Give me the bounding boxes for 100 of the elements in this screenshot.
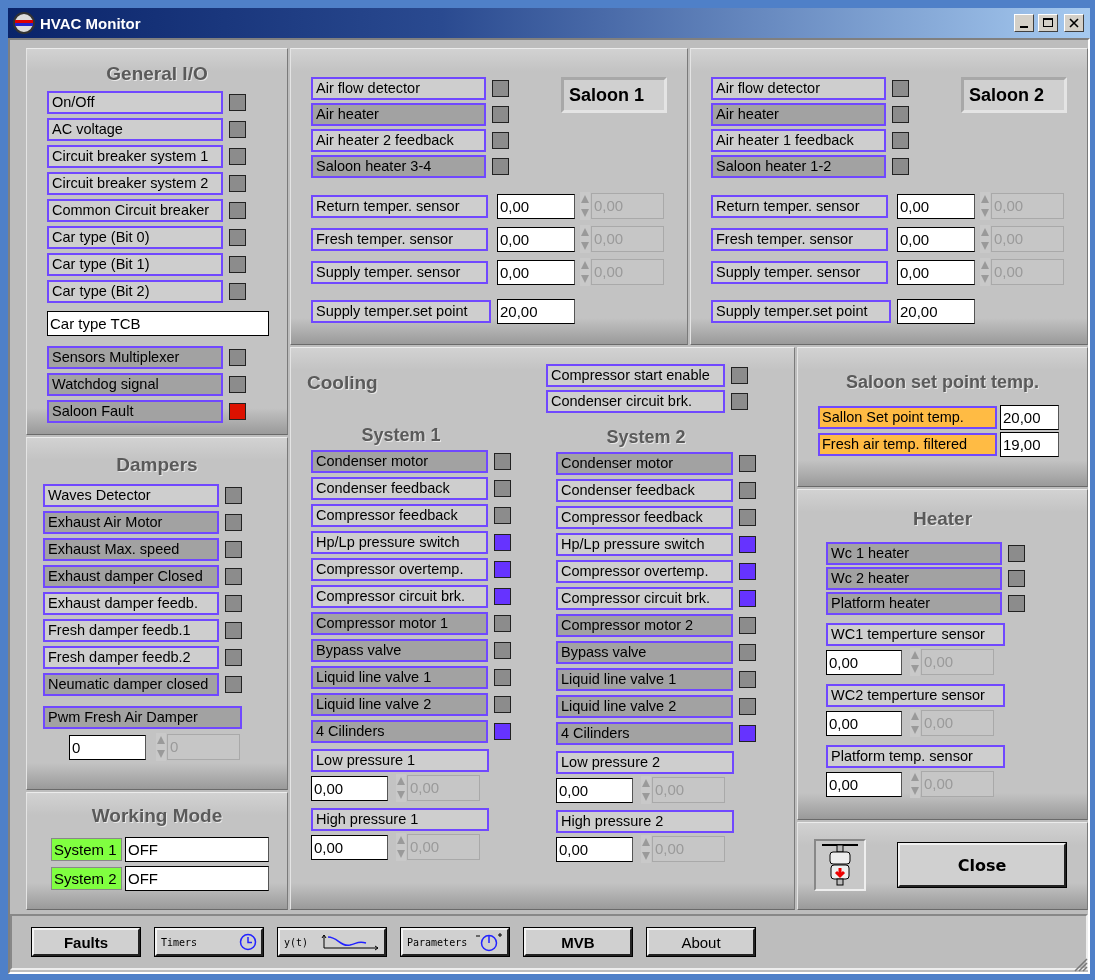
pwm-label: Pwm Fresh Air Damper: [43, 706, 242, 729]
indicator-label: 4 Cilinders: [311, 720, 488, 743]
indicator-label: Circuit breaker system 1: [47, 145, 223, 168]
sensor-label: Platform temp. sensor: [826, 745, 1005, 768]
indicator-label: Fresh damper feedb.2: [43, 646, 219, 669]
panel-title: General I/O: [106, 63, 208, 85]
value-field[interactable]: 0,00: [311, 775, 388, 801]
saloon-title: Saloon 2: [961, 77, 1067, 113]
panel-title: Dampers: [116, 454, 198, 476]
panel-title: Saloon set point temp.: [846, 372, 1039, 393]
system-label: System 2: [51, 867, 122, 890]
value-field[interactable]: 19,00: [1000, 432, 1059, 457]
indicator-label: Air heater: [311, 103, 486, 126]
value-field[interactable]: 0: [69, 734, 146, 760]
mode-field: OFF: [125, 866, 269, 891]
indicator-label: Saloon Fault: [47, 400, 223, 423]
indicator-label: Sensors Multiplexer: [47, 346, 223, 369]
indicator-label: Compressor motor 2: [556, 614, 733, 637]
indicator-label: Liquid line valve 2: [556, 695, 733, 718]
indicator-label: Watchdog signal: [47, 373, 223, 396]
indicator-label: 4 Cilinders: [556, 722, 733, 745]
indicator-label: Air flow detector: [311, 77, 486, 100]
pressure-label: Low pressure 2: [556, 751, 734, 774]
clock-icon: [239, 933, 257, 951]
indicator-label: Car type (Bit 2): [47, 280, 223, 303]
car-type-display: Car type TCB: [47, 311, 269, 336]
indicator-label: Waves Detector: [43, 484, 219, 507]
indicator-label: Car type (Bit 1): [47, 253, 223, 276]
indicator-label: Compressor circuit brk.: [556, 587, 733, 610]
value-field[interactable]: 0,00: [826, 771, 902, 797]
indicator-label: Condenser feedback: [311, 477, 488, 500]
indicator-label: Fresh damper feedb.1: [43, 619, 219, 642]
indicator-label: Exhaust damper Closed: [43, 565, 219, 588]
sensor-label: WC1 temperture sensor: [826, 623, 1005, 646]
value-field[interactable]: 0,00: [311, 834, 388, 860]
value-field[interactable]: 0,00: [826, 649, 902, 675]
indicator-label: Compressor feedback: [556, 506, 733, 529]
indicator-label: Condenser feedback: [556, 479, 733, 502]
sensor-label: Return temper. sensor: [711, 194, 888, 218]
value-field[interactable]: 0,00: [497, 259, 575, 285]
setpoint-label: Sallon Set point temp.: [818, 406, 997, 429]
value-field[interactable]: 0,00: [556, 836, 633, 862]
value-field[interactable]: 20,00: [497, 299, 575, 324]
mode-field: OFF: [125, 837, 269, 862]
sensor-label: Return temper. sensor: [311, 194, 488, 218]
maximize-button[interactable]: [1038, 14, 1058, 32]
indicator-label: Circuit breaker system 2: [47, 172, 223, 195]
indicator-label: Condenser circuit brk.: [546, 390, 725, 413]
panel-title: Heater: [912, 508, 973, 530]
value-field[interactable]: 20,00: [1000, 405, 1059, 430]
value-field[interactable]: 0,00: [826, 710, 902, 736]
indicator-label: Wc 2 heater: [826, 567, 1002, 590]
pressure-label: High pressure 2: [556, 810, 734, 833]
indicator-label: Compressor motor 1: [311, 612, 488, 635]
indicator-label: Hp/Lp pressure switch: [311, 531, 488, 554]
system-label: System 1: [51, 838, 122, 861]
toolbar-button[interactable]: MVB: [524, 928, 632, 956]
sensor-label: WC2 temperture sensor: [826, 684, 1005, 707]
sensor-label: Fresh temper. sensor: [311, 227, 488, 251]
pressure-label: High pressure 1: [311, 808, 489, 831]
air-filter-icon: [814, 839, 866, 891]
indicator-label: Car type (Bit 0): [47, 226, 223, 249]
pressure-label: Low pressure 1: [311, 749, 489, 772]
indicator-label: Liquid line valve 1: [311, 666, 488, 689]
value-field[interactable]: 0,00: [897, 259, 975, 285]
setpoint-label: Supply temper.set point: [311, 300, 491, 323]
toolbar-button[interactable]: Timers: [155, 928, 263, 956]
indicator-label: Compressor feedback: [311, 504, 488, 527]
setpoint-label: Supply temper.set point: [711, 300, 891, 323]
value-field[interactable]: 0,00: [497, 193, 575, 219]
close-button[interactable]: Close: [898, 843, 1066, 887]
indicator-label: Liquid line valve 2: [311, 693, 488, 716]
value-field[interactable]: 20,00: [897, 299, 975, 324]
indicator-label: Air heater 1 feedback: [711, 129, 886, 152]
maximize-icon: [1043, 18, 1053, 28]
panel-title: Working Mode: [91, 805, 223, 827]
indicator-label: Saloon heater 3-4: [311, 155, 486, 178]
window-title: HVAC Monitor: [40, 14, 142, 32]
indicator-label: AC voltage: [47, 118, 223, 141]
value-field[interactable]: 0,00: [897, 193, 975, 219]
indicator-label: Exhaust damper feedb.: [43, 592, 219, 615]
toolbar-button[interactable]: y(t): [278, 928, 386, 956]
indicator-label: Air heater: [711, 103, 886, 126]
value-field[interactable]: 0,00: [897, 226, 975, 252]
indicator-label: Common Circuit breaker: [47, 199, 223, 222]
toolbar-button[interactable]: About: [647, 928, 755, 956]
toolbar-button[interactable]: Parameters: [401, 928, 509, 956]
close-button[interactable]: [1064, 14, 1084, 32]
close-icon: [1069, 18, 1079, 28]
value-field[interactable]: 0,00: [556, 777, 633, 803]
indicator-label: Compressor overtemp.: [556, 560, 733, 583]
indicator-label: Condenser motor: [311, 450, 488, 473]
indicator-label: Neumatic damper closed: [43, 673, 219, 696]
minimize-button[interactable]: [1014, 14, 1034, 32]
minimize-icon: [1020, 26, 1028, 28]
indicator-label: Compressor start enable: [546, 364, 725, 387]
toolbar-button[interactable]: Faults: [32, 928, 140, 956]
system-title: System 1: [361, 425, 441, 446]
resize-grip-icon[interactable]: [1072, 956, 1088, 972]
value-field[interactable]: 0,00: [497, 226, 575, 252]
